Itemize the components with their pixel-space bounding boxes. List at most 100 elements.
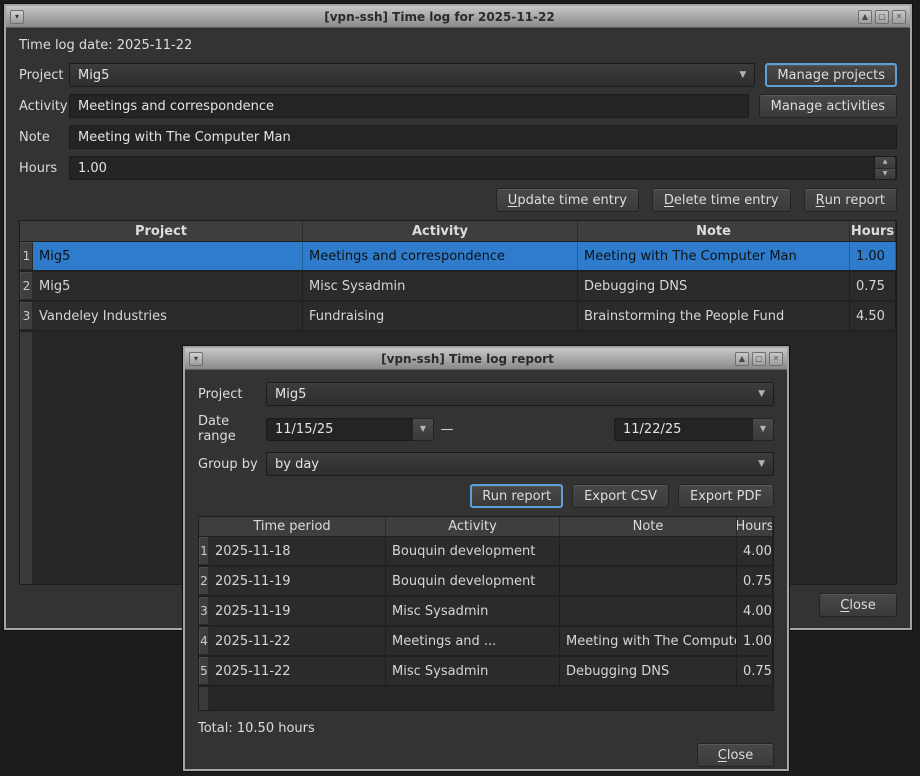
main-close-button[interactable]: Close <box>819 593 897 617</box>
group-by-label: Group by <box>198 457 266 472</box>
date-start-dropdown-button[interactable]: ▼ <box>412 418 434 441</box>
table-cell: Vandeley Industries <box>33 302 303 330</box>
chevron-down-icon: ▼ <box>420 425 426 433</box>
table-cell: Misc Sysadmin <box>386 657 560 685</box>
table-header-row: Time period Activity Note Hours <box>199 517 773 537</box>
header-project[interactable]: Project <box>20 221 303 242</box>
time-log-date-label: Time log date: 2025-11-22 <box>19 38 897 54</box>
activity-label: Activity <box>19 99 69 114</box>
table-cell: Fundraising <box>303 302 578 330</box>
table-cell: Brainstorming the People Fund <box>578 302 850 330</box>
table-row[interactable]: 12025-11-18Bouquin development4.00 <box>199 537 773 567</box>
dialog-titlebar[interactable]: ▾ [vpn-ssh] Time log report ▲ ▢ ✕ <box>185 348 787 370</box>
table-cell: 0.75 <box>737 657 773 685</box>
main-action-buttons: Update time entry Delete time entry Run … <box>19 188 897 212</box>
table-header-row: Project Activity Note Hours <box>20 221 896 242</box>
table-body: 12025-11-18Bouquin development4.0022025-… <box>199 537 773 687</box>
table-row[interactable]: 2Mig5Misc SysadminDebugging DNS0.75 <box>20 272 896 302</box>
export-pdf-button[interactable]: Export PDF <box>678 484 774 508</box>
dialog-run-report-button[interactable]: Run report <box>470 484 563 508</box>
table-empty-area <box>199 687 773 710</box>
header-activity[interactable]: Activity <box>303 221 578 242</box>
dialog-action-buttons: Run report Export CSV Export PDF <box>198 484 774 508</box>
group-by-value: by day <box>275 457 319 472</box>
date-end-picker[interactable]: 11/22/25 ▼ <box>614 418 774 441</box>
main-titlebar[interactable]: ▾ [vpn-ssh] Time log for 2025-11-22 ▲ ▢ … <box>6 6 910 28</box>
header-hours[interactable]: Hours <box>737 517 773 537</box>
report-project-value: Mig5 <box>275 387 306 402</box>
table-cell: Bouquin development <box>386 537 560 565</box>
window-menu-glyph: ▾ <box>194 355 198 363</box>
table-cell: Mig5 <box>33 242 303 270</box>
row-number-gutter <box>199 687 209 710</box>
hours-value: 1.00 <box>78 161 107 176</box>
header-hours[interactable]: Hours <box>850 221 896 242</box>
manage-activities-button[interactable]: Manage activities <box>759 94 897 118</box>
project-label: Project <box>19 68 69 83</box>
export-csv-button[interactable]: Export CSV <box>572 484 669 508</box>
group-by-combobox[interactable]: by day ▼ <box>266 452 774 476</box>
maximize-button[interactable]: ▢ <box>875 10 889 24</box>
dialog-close-button[interactable]: Close <box>697 743 774 767</box>
header-note[interactable]: Note <box>578 221 850 242</box>
hours-label: Hours <box>19 161 69 176</box>
date-start-picker[interactable]: 11/15/25 ▼ <box>266 418 434 441</box>
manage-projects-button[interactable]: Manage projects <box>765 63 897 87</box>
table-cell: 4.00 <box>737 597 773 625</box>
spin-down-button[interactable]: ▼ <box>875 169 895 180</box>
date-start-value: 11/15/25 <box>275 422 333 437</box>
spin-up-icon: ▲ <box>883 159 888 165</box>
activity-input[interactable]: Meetings and correspondence <box>69 94 749 118</box>
shade-button[interactable]: ▲ <box>735 352 749 366</box>
table-cell: 4.00 <box>737 537 773 565</box>
window-menu-icon[interactable]: ▾ <box>189 352 203 366</box>
update-time-entry-button[interactable]: Update time entry <box>496 188 639 212</box>
shade-button[interactable]: ▲ <box>858 10 872 24</box>
table-cell: 2025-11-19 <box>209 567 386 595</box>
total-hours-label: Total: 10.50 hours <box>198 721 774 737</box>
header-activity[interactable]: Activity <box>386 517 560 537</box>
header-time-period[interactable]: Time period <box>199 517 386 537</box>
table-row[interactable]: 1Mig5Meetings and correspondenceMeeting … <box>20 242 896 272</box>
project-value: Mig5 <box>78 68 109 83</box>
maximize-button[interactable]: ▢ <box>752 352 766 366</box>
close-window-button[interactable]: ✕ <box>769 352 783 366</box>
window-menu-icon[interactable]: ▾ <box>10 10 24 24</box>
close-icon: ✕ <box>896 13 903 21</box>
close-window-button[interactable]: ✕ <box>892 10 906 24</box>
delete-time-entry-button[interactable]: Delete time entry <box>652 188 791 212</box>
table-row[interactable]: 32025-11-19Misc Sysadmin4.00 <box>199 597 773 627</box>
table-cell: 4.50 <box>850 302 896 330</box>
table-empty-space <box>209 687 773 710</box>
row-number: 4 <box>199 627 209 655</box>
date-start-input[interactable]: 11/15/25 <box>266 418 412 441</box>
table-cell: Misc Sysadmin <box>303 272 578 300</box>
note-input[interactable]: Meeting with The Computer Man <box>69 125 897 149</box>
spin-down-icon: ▼ <box>883 171 888 177</box>
header-note[interactable]: Note <box>560 517 737 537</box>
activity-value: Meetings and correspondence <box>78 99 274 114</box>
run-report-button[interactable]: Run report <box>804 188 897 212</box>
table-cell: Meetings and ... <box>386 627 560 655</box>
report-dialog: ▾ [vpn-ssh] Time log report ▲ ▢ ✕ Projec… <box>183 346 789 771</box>
table-cell: Meeting with The Computer... <box>560 627 737 655</box>
date-end-dropdown-button[interactable]: ▼ <box>752 418 774 441</box>
shade-icon: ▲ <box>862 13 868 21</box>
note-value: Meeting with The Computer Man <box>78 130 291 145</box>
table-cell: Mig5 <box>33 272 303 300</box>
spin-up-button[interactable]: ▲ <box>875 157 895 169</box>
table-cell: Debugging DNS <box>578 272 850 300</box>
table-cell <box>560 537 737 565</box>
table-row[interactable]: 52025-11-22Misc SysadminDebugging DNS0.7… <box>199 657 773 687</box>
row-number: 5 <box>199 657 209 685</box>
table-cell: 1.00 <box>737 627 773 655</box>
table-row[interactable]: 3Vandeley IndustriesFundraisingBrainstor… <box>20 302 896 332</box>
project-combobox[interactable]: Mig5 ▼ <box>69 63 755 87</box>
report-project-combobox[interactable]: Mig5 ▼ <box>266 382 774 406</box>
hours-spinbox[interactable]: 1.00 ▲ ▼ <box>69 156 897 180</box>
date-end-input[interactable]: 11/22/25 <box>614 418 752 441</box>
table-row[interactable]: 22025-11-19Bouquin development0.75 <box>199 567 773 597</box>
table-row[interactable]: 42025-11-22Meetings and ...Meeting with … <box>199 627 773 657</box>
chevron-down-icon: ▼ <box>733 71 746 80</box>
project-label: Project <box>198 387 266 402</box>
